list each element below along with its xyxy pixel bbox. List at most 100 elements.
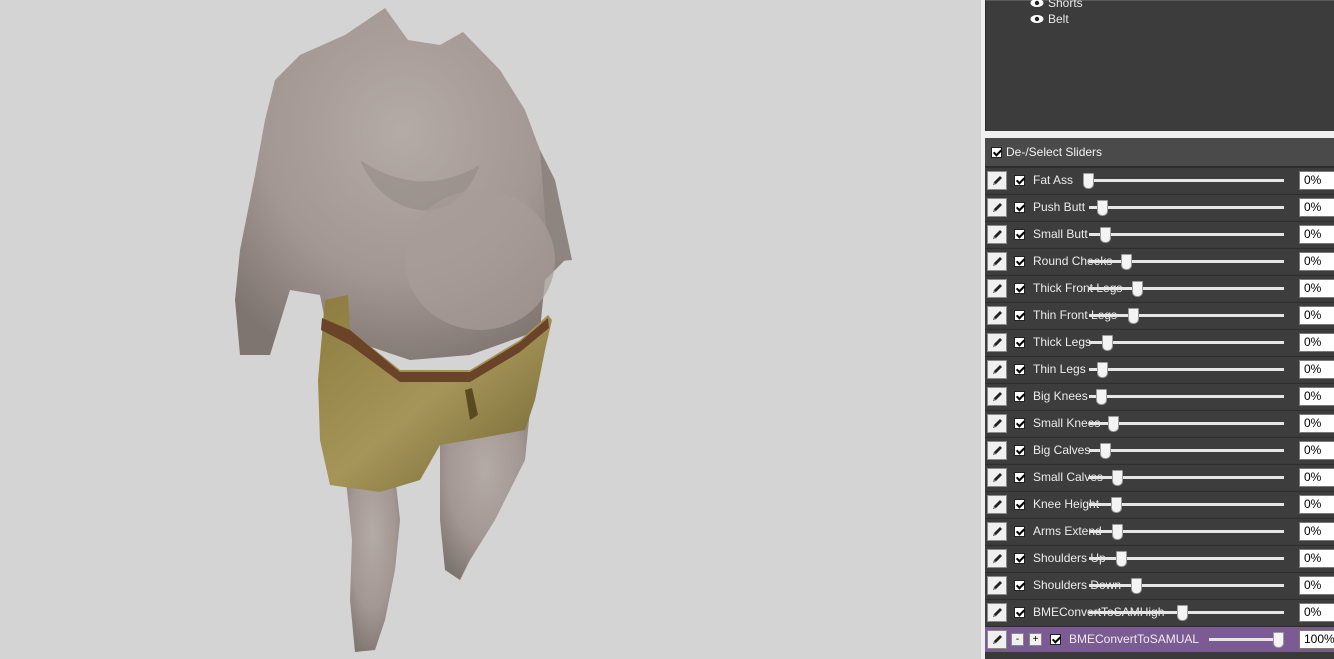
slider-thumb[interactable]: [1097, 200, 1108, 216]
slider-enable-checkbox[interactable]: [1014, 283, 1025, 294]
slider-thumb[interactable]: [1121, 254, 1132, 270]
slider-track[interactable]: [1089, 179, 1284, 182]
pencil-icon: [993, 418, 1002, 428]
slider-enable-checkbox[interactable]: [1014, 499, 1025, 510]
slider-value-field[interactable]: 0%: [1299, 522, 1334, 541]
slider-enable-checkbox[interactable]: [1050, 634, 1061, 645]
slider-value-field[interactable]: 0%: [1299, 198, 1334, 217]
edit-slider-button[interactable]: [987, 360, 1007, 379]
slider-enable-checkbox[interactable]: [1014, 256, 1025, 267]
slider-track[interactable]: [1089, 287, 1284, 290]
slider-thumb[interactable]: [1112, 524, 1123, 540]
slider-enable-checkbox[interactable]: [1014, 175, 1025, 186]
slider-value-field[interactable]: 0%: [1299, 414, 1334, 433]
slider-value-field[interactable]: 0%: [1299, 360, 1334, 379]
slider-row: Big Knees 0%: [985, 383, 1334, 409]
slider-thumb[interactable]: [1112, 470, 1123, 486]
edit-slider-button[interactable]: [987, 630, 1007, 649]
edit-slider-button[interactable]: [987, 333, 1007, 352]
slider-track[interactable]: [1089, 449, 1284, 452]
slider-thumb[interactable]: [1111, 497, 1122, 513]
slider-thumb[interactable]: [1102, 335, 1113, 351]
slider-value-field[interactable]: 0%: [1299, 225, 1334, 244]
slider-thumb[interactable]: [1108, 416, 1119, 432]
deselect-sliders-checkbox[interactable]: [991, 146, 1002, 158]
slider-enable-checkbox[interactable]: [1014, 553, 1025, 564]
edit-slider-button[interactable]: [987, 252, 1007, 271]
edit-slider-button[interactable]: [987, 441, 1007, 460]
slider-track[interactable]: [1089, 368, 1284, 371]
slider-enable-checkbox[interactable]: [1014, 580, 1025, 591]
slider-enable-checkbox[interactable]: [1014, 337, 1025, 348]
edit-slider-button[interactable]: [987, 603, 1007, 622]
edit-slider-button[interactable]: [987, 306, 1007, 325]
slider-enable-checkbox[interactable]: [1014, 310, 1025, 321]
slider-value-field[interactable]: 0%: [1299, 603, 1334, 622]
slider-value-field[interactable]: 0%: [1299, 576, 1334, 595]
edit-slider-button[interactable]: [987, 549, 1007, 568]
slider-value-field[interactable]: 0%: [1299, 387, 1334, 406]
slider-value-field[interactable]: 0%: [1299, 171, 1334, 190]
slider-label: Thick Legs: [1033, 335, 1092, 349]
slider-value-field[interactable]: 0%: [1299, 252, 1334, 271]
slider-enable-checkbox[interactable]: [1014, 202, 1025, 213]
slider-thumb[interactable]: [1100, 227, 1111, 243]
slider-enable-checkbox[interactable]: [1014, 391, 1025, 402]
slider-enable-checkbox[interactable]: [1014, 229, 1025, 240]
slider-track[interactable]: [1089, 206, 1284, 209]
slider-value-field[interactable]: 100%: [1299, 630, 1334, 649]
edit-slider-button[interactable]: [987, 414, 1007, 433]
slider-row: Round Cheeks 0%: [985, 248, 1334, 274]
slider-track[interactable]: [1089, 260, 1284, 263]
edit-slider-button[interactable]: [987, 576, 1007, 595]
slider-thumb[interactable]: [1177, 605, 1188, 621]
slider-row: Thin Legs 0%: [985, 356, 1334, 382]
slider-value-field[interactable]: 0%: [1299, 441, 1334, 460]
slider-track[interactable]: [1089, 584, 1284, 587]
edit-slider-button[interactable]: [987, 468, 1007, 487]
outliner-item-shorts[interactable]: Shorts: [1030, 0, 1083, 11]
slider-value-field[interactable]: 0%: [1299, 549, 1334, 568]
slider-enable-checkbox[interactable]: [1014, 445, 1025, 456]
slider-value-field[interactable]: 0%: [1299, 333, 1334, 352]
edit-slider-button[interactable]: [987, 279, 1007, 298]
slider-value-field[interactable]: 0%: [1299, 306, 1334, 325]
slider-thumb[interactable]: [1116, 551, 1127, 567]
slider-enable-checkbox[interactable]: [1014, 364, 1025, 375]
edit-slider-button[interactable]: [987, 225, 1007, 244]
slider-track[interactable]: [1089, 233, 1284, 236]
edit-slider-button[interactable]: [987, 495, 1007, 514]
slider-enable-checkbox[interactable]: [1014, 472, 1025, 483]
slider-row: Arms Extend 0%: [985, 518, 1334, 544]
slider-row: Thick Legs 0%: [985, 329, 1334, 355]
slider-thumb[interactable]: [1096, 389, 1107, 405]
edit-slider-button[interactable]: [987, 198, 1007, 217]
3d-viewport[interactable]: [0, 0, 981, 659]
edit-slider-button[interactable]: [987, 171, 1007, 190]
slider-thumb[interactable]: [1273, 632, 1284, 648]
edit-slider-button[interactable]: [987, 522, 1007, 541]
eye-icon[interactable]: [1030, 14, 1044, 24]
edit-slider-button[interactable]: [987, 387, 1007, 406]
slider-thumb[interactable]: [1097, 362, 1108, 378]
slider-track[interactable]: [1089, 341, 1284, 344]
slider-thumb[interactable]: [1132, 281, 1143, 297]
slider-thumb[interactable]: [1131, 578, 1142, 594]
slider-enable-checkbox[interactable]: [1014, 607, 1025, 618]
slider-thumb[interactable]: [1100, 443, 1111, 459]
outliner-item-belt[interactable]: Belt: [1030, 11, 1069, 27]
deselect-sliders-row[interactable]: De-/Select Sliders: [985, 138, 1334, 167]
increase-button[interactable]: +: [1029, 633, 1042, 646]
slider-value-field[interactable]: 0%: [1299, 495, 1334, 514]
slider-thumb[interactable]: [1128, 308, 1139, 324]
slider-value-field[interactable]: 0%: [1299, 468, 1334, 487]
pencil-icon: [993, 607, 1002, 617]
slider-track[interactable]: [1089, 395, 1284, 398]
slider-track[interactable]: [1089, 314, 1284, 317]
slider-enable-checkbox[interactable]: [1014, 418, 1025, 429]
slider-thumb[interactable]: [1083, 173, 1094, 189]
slider-value-field[interactable]: 0%: [1299, 279, 1334, 298]
eye-icon[interactable]: [1030, 0, 1044, 8]
slider-enable-checkbox[interactable]: [1014, 526, 1025, 537]
decrease-button[interactable]: -: [1011, 633, 1024, 646]
